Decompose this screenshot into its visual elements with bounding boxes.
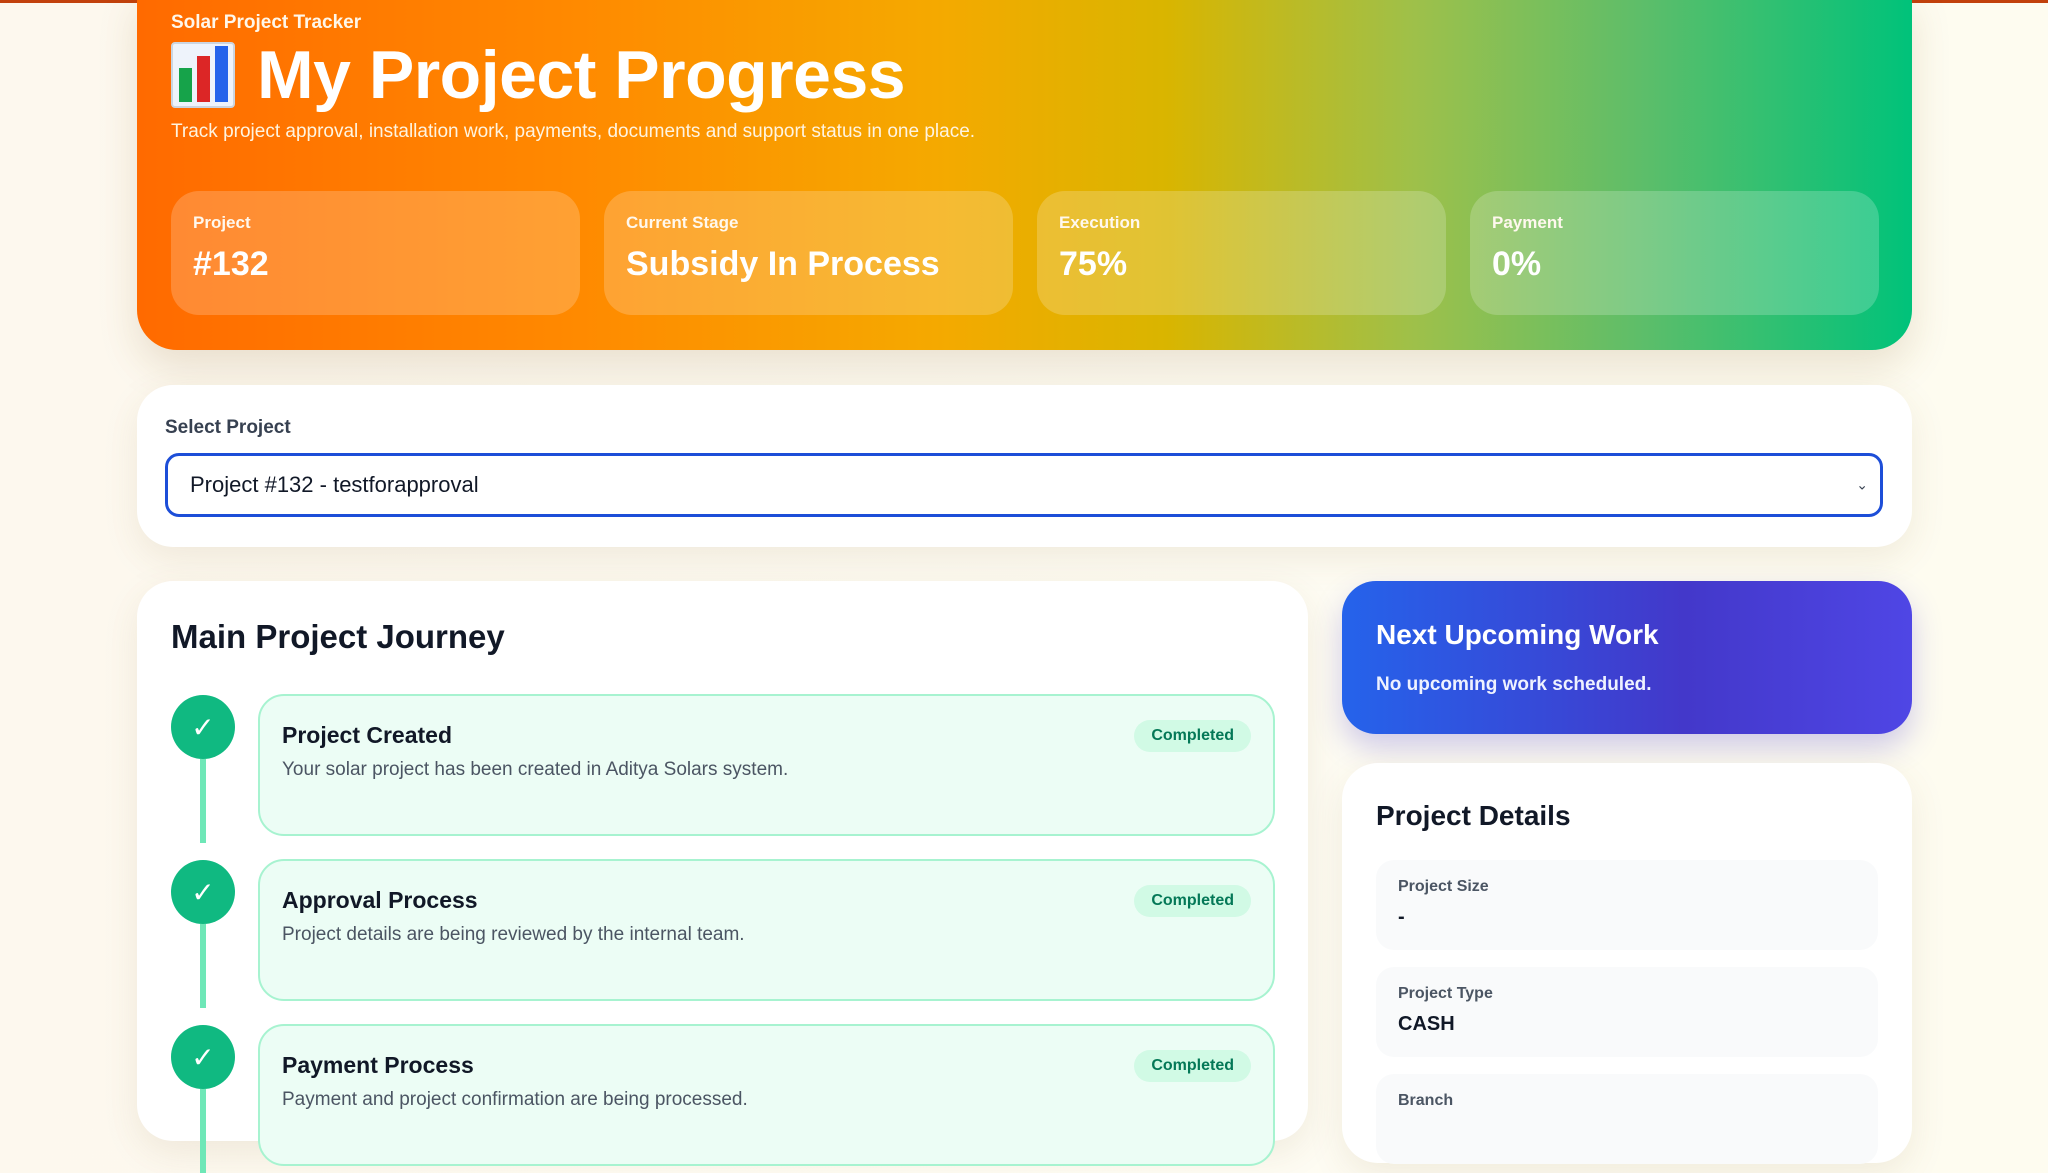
stat-label: Project: [193, 213, 251, 232]
hero-title-row: My Project Progress: [171, 36, 906, 114]
status-badge: Completed: [1134, 885, 1251, 917]
stat-value: #132: [193, 245, 269, 283]
stat-value: Subsidy In Process: [626, 245, 940, 283]
detail-label: Branch: [1398, 1092, 1454, 1109]
step-name: Payment Process: [282, 1052, 474, 1078]
project-select-value: Project #132 - testforapproval: [190, 472, 479, 497]
detail-project-type: Project Type CASH: [1376, 967, 1878, 1057]
stat-label: Current Stage: [626, 213, 739, 232]
stat-label: Payment: [1492, 213, 1563, 232]
journey-step: ✓ Payment Process Payment and project co…: [171, 1024, 1282, 1173]
select-project-card: Select Project Project #132 - testforapp…: [137, 385, 1912, 547]
step-card[interactable]: Project Created Your solar project has b…: [258, 694, 1275, 836]
stat-label: Execution: [1059, 213, 1141, 232]
journey-title: Main Project Journey: [171, 618, 505, 655]
detail-branch: Branch: [1376, 1074, 1878, 1164]
stat-execution: Execution 75%: [1037, 191, 1446, 315]
stat-payment: Payment 0%: [1470, 191, 1879, 315]
bar-chart-icon: [171, 42, 235, 108]
check-icon: ✓: [171, 1025, 235, 1089]
step-name: Approval Process: [282, 887, 478, 913]
detail-value: CASH: [1398, 1013, 1455, 1035]
project-select[interactable]: Project #132 - testforapproval ⌄: [165, 453, 1883, 517]
journey-step: ✓ Project Created Your solar project has…: [171, 694, 1282, 843]
detail-label: Project Size: [1398, 878, 1489, 895]
stat-value: 0%: [1492, 245, 1542, 283]
stats-row: Project #132 Current Stage Subsidy In Pr…: [171, 191, 1879, 315]
status-badge: Completed: [1134, 1050, 1251, 1082]
hero-banner: Solar Project Tracker My Project Progres…: [137, 0, 1912, 350]
details-title: Project Details: [1376, 800, 1571, 831]
next-upcoming-work-card: Next Upcoming Work No upcoming work sche…: [1342, 581, 1912, 734]
step-name: Project Created: [282, 722, 453, 748]
step-description: Your solar project has been created in A…: [282, 759, 789, 780]
timeline-connector: [200, 759, 206, 843]
hero-kicker: Solar Project Tracker: [171, 12, 362, 33]
project-details-card: Project Details Project Size - Project T…: [1342, 763, 1912, 1164]
stat-project: Project #132: [171, 191, 580, 315]
detail-project-size: Project Size -: [1376, 860, 1878, 950]
page-title: My Project Progress: [257, 37, 906, 113]
timeline-connector: [200, 1089, 206, 1173]
status-badge: Completed: [1134, 720, 1251, 752]
next-work-text: No upcoming work scheduled.: [1376, 674, 1652, 695]
step-card[interactable]: Payment Process Payment and project conf…: [258, 1024, 1275, 1166]
next-work-title: Next Upcoming Work: [1376, 619, 1659, 650]
check-icon: ✓: [171, 860, 235, 924]
stat-value: 75%: [1059, 245, 1128, 283]
timeline-connector: [200, 924, 206, 1008]
step-description: Project details are being reviewed by th…: [282, 924, 745, 945]
hero-subtitle: Track project approval, installation wor…: [171, 121, 976, 142]
detail-label: Project Type: [1398, 985, 1493, 1002]
step-description: Payment and project confirmation are bei…: [282, 1089, 748, 1110]
chevron-down-icon[interactable]: ⌄: [1856, 477, 1868, 494]
stat-current-stage: Current Stage Subsidy In Process: [604, 191, 1013, 315]
project-journey-card: Main Project Journey ✓ Project Created Y…: [137, 581, 1308, 1173]
step-card[interactable]: Approval Process Project details are bei…: [258, 859, 1275, 1001]
select-project-label: Select Project: [165, 417, 291, 438]
journey-step: ✓ Approval Process Project details are b…: [171, 859, 1282, 1008]
check-icon: ✓: [171, 695, 235, 759]
detail-value: -: [1398, 906, 1405, 928]
